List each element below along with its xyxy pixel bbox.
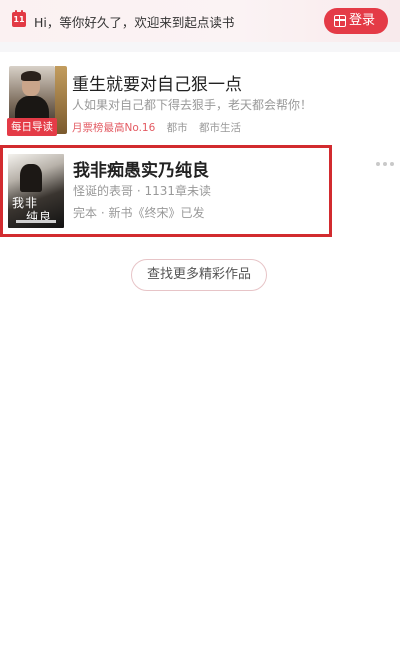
login-label: 登录 bbox=[348, 13, 375, 28]
book-cover[interactable]: 我非 纯良 bbox=[8, 154, 64, 228]
calendar-icon: 11 bbox=[12, 10, 26, 27]
gift-icon bbox=[334, 15, 346, 27]
book-status: 完本 · 新书《终宋》已发 bbox=[73, 206, 205, 220]
subgenre-tag: 都市生活 bbox=[198, 122, 241, 134]
bookshelf-list: 每日导读 重生就要对自己狠一点 人如果对自己都下得去狠手，老天都会帮你！ 月票榜… bbox=[0, 52, 400, 665]
welcome-header: 11 Hi，等你好久了，欢迎来到起点读书 登录 bbox=[0, 0, 400, 42]
login-button[interactable]: 登录 bbox=[324, 8, 388, 34]
page: 11 Hi，等你好久了，欢迎来到起点读书 登录 每日导读 重生就要对自己狠一点 … bbox=[0, 0, 400, 665]
daily-guide-badge: 每日导读 bbox=[7, 118, 57, 136]
cover-figure bbox=[20, 164, 42, 192]
book-author-progress: 怪诞的表哥 · 1131章未读 bbox=[73, 184, 211, 198]
book-item-highlighted[interactable]: 我非 纯良 我非痴愚实乃纯良 怪诞的表哥 · 1131章未读 完本 · 新书《终… bbox=[0, 145, 332, 237]
book-meta: 月票榜最高No.16 都市 都市生活 bbox=[72, 120, 241, 135]
greeting-text: Hi，等你好久了，欢迎来到起点读书 bbox=[34, 15, 235, 30]
book-item-daily[interactable]: 每日导读 重生就要对自己狠一点 人如果对自己都下得去狠手，老天都会帮你！ 月票榜… bbox=[0, 62, 400, 136]
book-description: 人如果对自己都下得去狠手，老天都会帮你！ bbox=[72, 98, 313, 112]
cover-small-print bbox=[16, 220, 56, 223]
book-title[interactable]: 重生就要对自己狠一点 bbox=[72, 70, 242, 95]
find-more-button[interactable]: 查找更多精彩作品 bbox=[131, 259, 267, 291]
book-title[interactable]: 我非痴愚实乃纯良 bbox=[73, 156, 209, 181]
genre-tag: 都市 bbox=[166, 122, 188, 134]
more-options-icon[interactable] bbox=[376, 160, 396, 168]
rank-label: 月票榜最高No.16 bbox=[72, 122, 156, 134]
cover-figure-hair bbox=[21, 71, 41, 81]
